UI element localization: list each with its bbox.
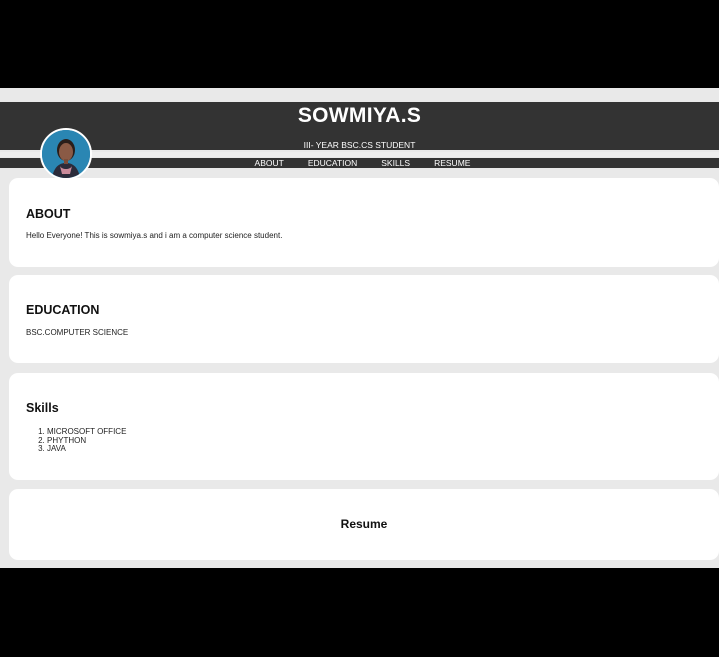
nav-link-skills[interactable]: SKILLS <box>381 158 410 168</box>
education-heading: EDUCATION <box>26 303 100 317</box>
resume-card: Resume <box>9 489 719 560</box>
skills-card: Skills MICROSOFT OFFICE PHYTHON JAVA <box>9 373 719 480</box>
profile-photo <box>42 130 90 178</box>
about-text: Hello Everyone! This is sowmiya.s and i … <box>26 231 283 240</box>
nav-bar: ABOUT EDUCATION SKILLS RESUME <box>0 158 719 168</box>
site-title: SOWMIYA.S <box>297 104 422 127</box>
skills-heading: Skills <box>26 401 59 415</box>
profile-avatar <box>40 128 92 180</box>
resume-heading[interactable]: Resume <box>9 517 719 531</box>
nav-link-resume[interactable]: RESUME <box>434 158 470 168</box>
nav-link-about[interactable]: ABOUT <box>255 158 284 168</box>
education-text: BSC.COMPUTER SCIENCE <box>26 328 129 337</box>
page-frame: SOWMIYA.S III- YEAR BSC.CS STUDENT ABOUT… <box>0 88 719 568</box>
header-divider <box>0 152 719 157</box>
about-card: ABOUT Hello Everyone! This is sowmiya.s … <box>9 178 719 267</box>
skills-list: MICROSOFT OFFICE PHYTHON JAVA <box>26 427 126 454</box>
about-heading: ABOUT <box>26 207 71 221</box>
site-subtitle: III- YEAR BSC.CS STUDENT <box>303 140 416 150</box>
education-card: EDUCATION BSC.COMPUTER SCIENCE <box>9 275 719 363</box>
list-item: JAVA <box>47 444 126 454</box>
nav-link-education[interactable]: EDUCATION <box>308 158 357 168</box>
